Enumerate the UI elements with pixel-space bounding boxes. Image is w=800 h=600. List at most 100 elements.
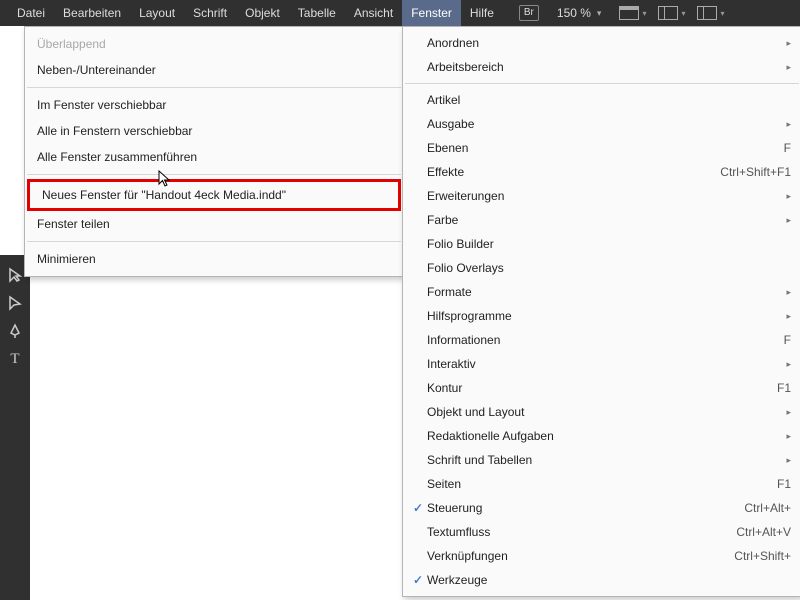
mi-alle-fenster-zusammenfuehren[interactable]: Alle Fenster zusammenführen: [25, 144, 403, 170]
mi-ebenen[interactable]: Ebenen F: [403, 136, 800, 160]
chevron-right-icon: ▸: [786, 211, 791, 229]
menu-separator: [27, 241, 401, 242]
mi-formate[interactable]: Formate ▸: [403, 280, 800, 304]
mi-werkzeuge[interactable]: ✓Werkzeuge: [403, 568, 800, 592]
menu-item-label: Hilfsprogramme: [427, 307, 778, 325]
screen-mode-1[interactable]: ▾: [619, 6, 646, 20]
menu-item-label: Farbe: [427, 211, 778, 229]
menu-item-label: Werkzeuge: [427, 571, 791, 589]
mi-informationen[interactable]: InformationenF: [403, 328, 800, 352]
zoom-value: 150 %: [557, 6, 591, 20]
mi-objekt-und-layout[interactable]: Objekt und Layout ▸: [403, 400, 800, 424]
menu-layout[interactable]: Layout: [130, 0, 184, 26]
mi-folio-overlays[interactable]: Folio Overlays: [403, 256, 800, 280]
menu-item-label: Objekt und Layout: [427, 403, 778, 421]
check-icon: ✓: [409, 571, 427, 589]
mi-erweiterungen[interactable]: Erweiterungen▸: [403, 184, 800, 208]
mi-ausgabe[interactable]: Ausgabe ▸: [403, 112, 800, 136]
menubar: Datei Bearbeiten Layout Schrift Objekt T…: [0, 0, 800, 26]
menu-item-label: Folio Overlays: [427, 259, 791, 277]
mi-farbe[interactable]: Farbe ▸: [403, 208, 800, 232]
menu-item-label: Interaktiv: [427, 355, 778, 373]
menu-item-label: Steuerung: [427, 499, 732, 517]
mi-arbeitsbereich[interactable]: Arbeitsbereich ▸: [403, 55, 800, 79]
menu-item-shortcut: F: [784, 139, 791, 157]
menu-separator: [405, 83, 799, 84]
mi-steuerung[interactable]: ✓Steuerung Ctrl+Alt+: [403, 496, 800, 520]
mi-neben-untereinander[interactable]: Neben-/Untereinander: [25, 57, 403, 83]
menu-item-shortcut: Ctrl+Alt+V: [736, 523, 791, 541]
menu-item-label: Erweiterungen: [427, 187, 778, 205]
menu-item-shortcut: Ctrl+Alt+: [744, 499, 791, 517]
mi-fenster-teilen[interactable]: Fenster teilen: [25, 211, 403, 237]
chevron-right-icon: ▸: [786, 403, 791, 421]
menu-fenster[interactable]: Fenster: [402, 0, 461, 26]
menu-item-label: Verknüpfungen: [427, 547, 722, 565]
cursor-icon: [158, 170, 172, 191]
pen-tool-icon[interactable]: [3, 319, 27, 343]
menu-ansicht[interactable]: Ansicht: [345, 0, 402, 26]
mi-alle-in-fenstern-verschiebbar[interactable]: Alle in Fenstern verschiebbar: [25, 118, 403, 144]
fenster-menu: Anordnen▸ Arbeitsbereich ▸ Artikel Ausgabe ▸ E…: [402, 26, 800, 597]
chevron-right-icon: ▸: [786, 34, 791, 52]
menu-item-shortcut: Ctrl+Shift+F1: [720, 163, 791, 181]
mi-minimieren[interactable]: Minimieren: [25, 246, 403, 272]
mi-redaktionelle-aufgaben[interactable]: Redaktionelle Aufgaben ▸: [403, 424, 800, 448]
menu-item-label: Schrift und Tabellen: [427, 451, 778, 469]
tools-panel: T: [0, 255, 30, 600]
mi-interaktiv[interactable]: Interaktiv▸: [403, 352, 800, 376]
screen-mode-3[interactable]: ▾: [697, 6, 724, 20]
mi-seiten[interactable]: Seiten F1: [403, 472, 800, 496]
menu-item-label: Arbeitsbereich: [427, 58, 778, 76]
menu-separator: [27, 87, 401, 88]
chevron-right-icon: ▸: [786, 58, 791, 76]
mi-im-fenster-verschiebbar[interactable]: Im Fenster verschiebbar: [25, 92, 403, 118]
menu-item-label: Effekte: [427, 163, 708, 181]
direct-selection-tool-icon[interactable]: [3, 291, 27, 315]
chevron-right-icon: ▸: [786, 307, 791, 325]
menu-hilfe[interactable]: Hilfe: [461, 0, 503, 26]
mi-kontur[interactable]: Kontur F1: [403, 376, 800, 400]
menu-item-label: Kontur: [427, 379, 765, 397]
chevron-right-icon: ▸: [786, 115, 791, 133]
menu-tabelle[interactable]: Tabelle: [289, 0, 345, 26]
check-icon: ✓: [409, 499, 427, 517]
menu-item-shortcut: F: [784, 331, 791, 349]
screen-mode-icons: ▾ ▾ ▾: [619, 6, 724, 20]
screen-mode-2[interactable]: ▾: [658, 6, 685, 20]
menu-item-shortcut: F1: [777, 475, 791, 493]
menu-item-label: Textumfluss: [427, 523, 724, 541]
menu-item-shortcut: Ctrl+Shift+: [734, 547, 791, 565]
mi-artikel[interactable]: Artikel: [403, 88, 800, 112]
menu-item-label: Ebenen: [427, 139, 772, 157]
chevron-right-icon: ▸: [786, 451, 791, 469]
menu-item-label: Ausgabe: [427, 115, 778, 133]
mi-textumfluss[interactable]: Textumfluss Ctrl+Alt+V: [403, 520, 800, 544]
menu-separator: [27, 174, 401, 175]
mi-hilfsprogramme[interactable]: Hilfsprogramme ▸: [403, 304, 800, 328]
chevron-right-icon: ▸: [786, 427, 791, 445]
menu-bearbeiten[interactable]: Bearbeiten: [54, 0, 130, 26]
mi-neues-fenster[interactable]: Neues Fenster für "Handout 4eck Media.in…: [30, 182, 398, 208]
mi-anordnen[interactable]: Anordnen▸: [403, 31, 800, 55]
menu-item-shortcut: F1: [777, 379, 791, 397]
mi-verkn-pfungen[interactable]: Verknüpfungen Ctrl+Shift+: [403, 544, 800, 568]
mi-schrift-und-tabellen[interactable]: Schrift und Tabellen ▸: [403, 448, 800, 472]
menu-item-label: Seiten: [427, 475, 765, 493]
mi-ueberlappend[interactable]: Überlappend: [25, 31, 403, 57]
menu-objekt[interactable]: Objekt: [236, 0, 289, 26]
menu-item-label: Folio Builder: [427, 235, 791, 253]
zoom-level[interactable]: 150 % ▾: [557, 6, 602, 20]
menu-datei[interactable]: Datei: [8, 0, 54, 26]
menu-item-label: Artikel: [427, 91, 791, 109]
bridge-badge[interactable]: Br: [519, 5, 539, 21]
chevron-down-icon: ▾: [597, 8, 602, 19]
type-tool-icon[interactable]: T: [3, 347, 27, 371]
highlighted-menu-item: Neues Fenster für "Handout 4eck Media.in…: [27, 179, 401, 211]
mi-folio-builder[interactable]: Folio Builder: [403, 232, 800, 256]
menu-item-label: Redaktionelle Aufgaben: [427, 427, 778, 445]
menu-item-label: Formate: [427, 283, 778, 301]
mi-effekte[interactable]: Effekte Ctrl+Shift+F1: [403, 160, 800, 184]
menu-schrift[interactable]: Schrift: [184, 0, 236, 26]
chevron-right-icon: ▸: [786, 283, 791, 301]
